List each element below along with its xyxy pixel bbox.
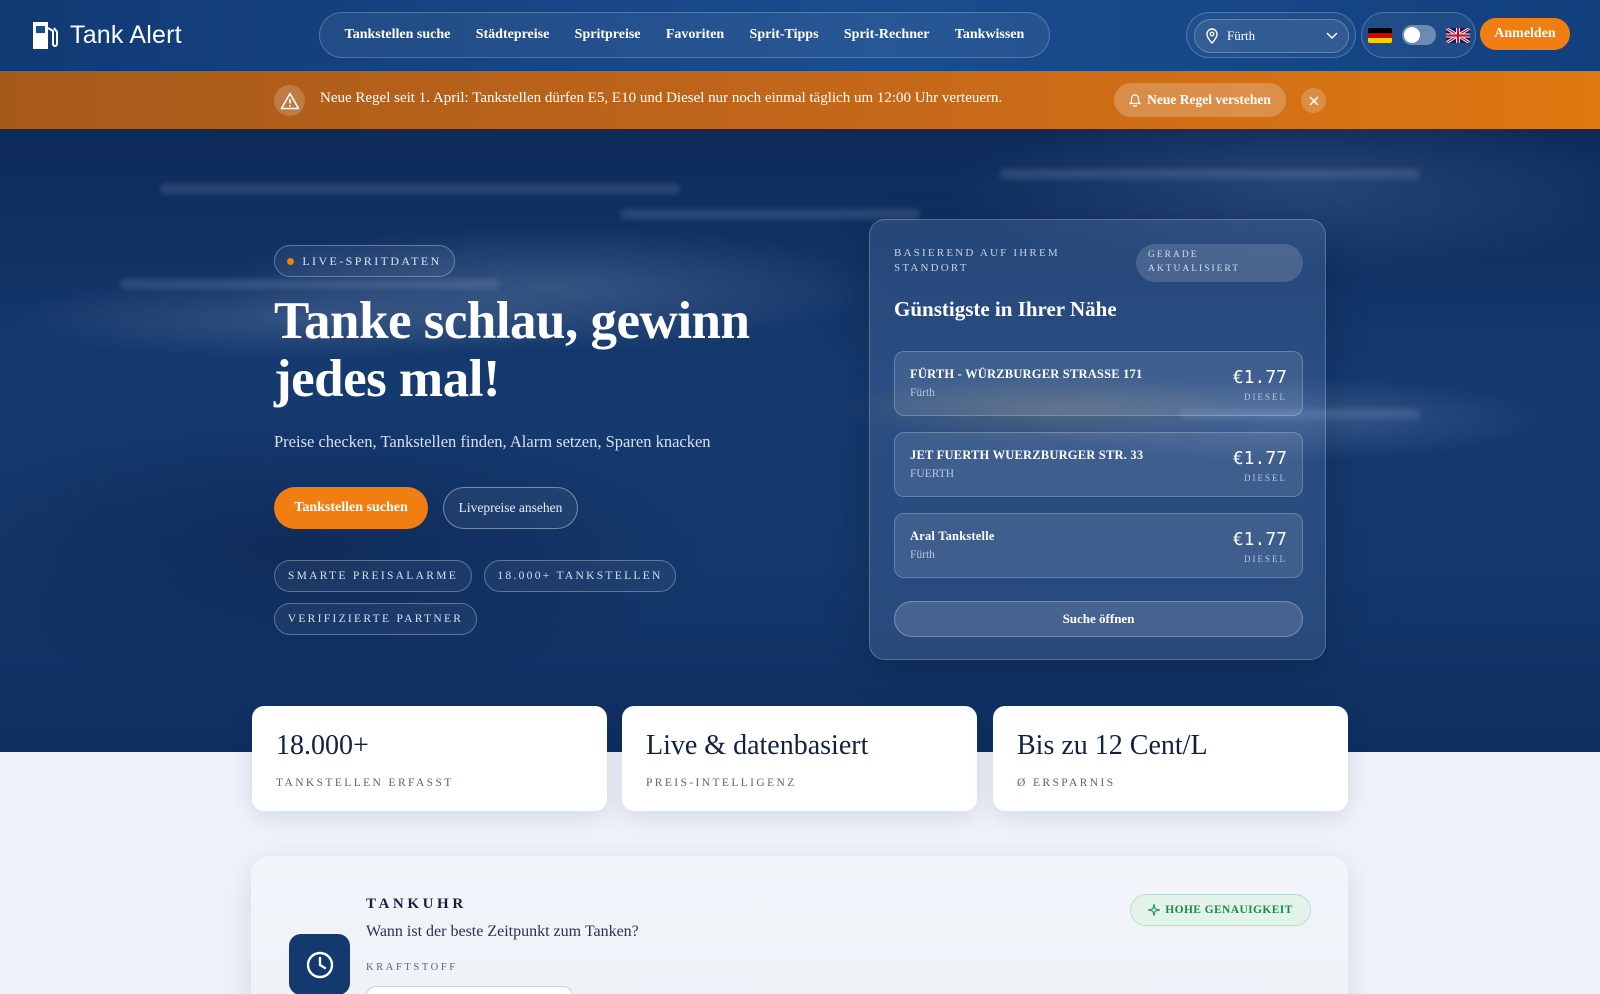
station-fuel: DIESEL <box>1244 473 1287 483</box>
stat-card-intelligence: Live & datenbasiert PREIS-INTELLIGENZ <box>622 706 977 811</box>
chevron-down-icon <box>1326 32 1338 40</box>
brand-logo[interactable]: Tank Alert <box>30 18 182 52</box>
live-dot-icon <box>287 257 295 265</box>
nav-tankwissen[interactable]: Tankwissen <box>955 27 1025 43</box>
rule-info-button[interactable]: Neue Regel verstehen <box>1114 83 1286 117</box>
open-search-button[interactable]: Suche öffnen <box>894 601 1303 637</box>
nav-staedtepreise[interactable]: Städtepreise <box>476 27 550 43</box>
nav-favoriten[interactable]: Favoriten <box>666 27 724 43</box>
station-price: €1.77 <box>1232 448 1287 469</box>
fuel-label: KRAFTSTOFF <box>366 962 458 973</box>
station-name: Aral Tankstelle <box>910 529 995 543</box>
station-item[interactable]: Aral Tankstelle Fürth €1.77 DIESEL <box>894 513 1303 578</box>
language-toggle[interactable] <box>1401 25 1436 45</box>
station-item[interactable]: JET FUERTH WUERZBURGER STR. 33 FUERTH €1… <box>894 432 1303 497</box>
location-select[interactable]: Fürth <box>1194 19 1349 53</box>
chip-price-alerts: SMARTE PREISALARME <box>274 560 472 592</box>
station-city: FUERTH <box>910 468 955 480</box>
clock-icon <box>289 934 350 994</box>
station-city: Fürth <box>910 549 935 561</box>
stat-label: Ø ERSPARNIS <box>1017 777 1116 789</box>
close-announcement-button[interactable] <box>1301 88 1326 113</box>
nearby-title: Günstigste in Ihrer Nähe <box>894 297 1117 321</box>
station-city: Fürth <box>910 387 935 399</box>
background-streak <box>620 209 920 219</box>
stat-label: TANKSTELLEN ERFASST <box>276 777 454 789</box>
login-button[interactable]: Anmelden <box>1480 18 1570 50</box>
location-pin-icon <box>1206 28 1218 44</box>
hero-section <box>0 129 1600 752</box>
stat-value: Live & datenbasiert <box>646 730 869 761</box>
brand-name: Tank Alert <box>70 20 182 49</box>
nearby-cheapest-card: BASIEREND AUF IHREM STANDORT GERADE AKTU… <box>869 219 1326 660</box>
chip-verified-partners: VERIFIZIERTE PARTNER <box>274 603 477 635</box>
station-name: FÜRTH - WÜRZBURGER STRASSE 171 <box>910 367 1143 381</box>
stat-value: 18.000+ <box>276 730 369 761</box>
main-menu: Tankstellen suche Städtepreise Spritprei… <box>319 12 1050 58</box>
rule-info-label: Neue Regel verstehen <box>1147 92 1271 107</box>
location-based-label: BASIEREND AUF IHREM STANDORT <box>894 247 1060 274</box>
tankuhr-question: Wann ist der beste Zeitpunkt zum Tanken? <box>366 923 639 940</box>
hero-title: Tanke schlau, gewinn jedes mal! <box>274 292 750 408</box>
hero-subtitle: Preise checken, Tankstellen finden, Alar… <box>274 432 711 451</box>
accuracy-badge: HOHE GENAUIGKEIT <box>1130 894 1311 926</box>
accuracy-label: HOHE GENAUIGKEIT <box>1165 904 1293 916</box>
station-fuel: DIESEL <box>1244 554 1287 564</box>
background-streak <box>160 184 680 194</box>
stat-value: Bis zu 12 Cent/L <box>1017 730 1208 761</box>
warning-icon <box>274 85 305 116</box>
station-fuel: DIESEL <box>1244 392 1287 402</box>
nav-sprit-rechner[interactable]: Sprit-Rechner <box>844 27 930 43</box>
uk-flag-icon[interactable] <box>1445 27 1470 43</box>
nav-spritpreise[interactable]: Spritpreise <box>575 27 641 43</box>
bell-icon <box>1129 93 1142 107</box>
sparkle-icon <box>1148 904 1161 916</box>
stat-label: PREIS-INTELLIGENZ <box>646 777 797 789</box>
tankuhr-title: TANKUHR <box>366 896 467 912</box>
chip-stations-count: 18.000+ TANKSTELLEN <box>484 560 676 592</box>
stat-card-stations: 18.000+ TANKSTELLEN ERFASST <box>252 706 607 811</box>
updated-badge: GERADE AKTUALISIERT <box>1136 244 1303 282</box>
live-data-badge: LIVE-SPRITDATEN <box>274 245 455 277</box>
station-name: JET FUERTH WUERZBURGER STR. 33 <box>910 448 1144 462</box>
tankuhr-section: TANKUHR Wann ist der beste Zeitpunkt zum… <box>251 856 1348 994</box>
announcement-text: Neue Regel seit 1. April: Tankstellen dü… <box>320 90 1003 106</box>
close-icon <box>1308 95 1319 106</box>
nav-sprit-tipps[interactable]: Sprit-Tipps <box>750 27 819 43</box>
station-item[interactable]: FÜRTH - WÜRZBURGER STRASSE 171 Fürth €1.… <box>894 351 1303 416</box>
top-navigation: Tank Alert Tankstellen suche Städtepreis… <box>0 0 1600 71</box>
background-streak <box>1000 169 1420 179</box>
german-flag-icon[interactable] <box>1367 27 1392 43</box>
location-wrapper: Fürth <box>1186 12 1356 58</box>
station-price: €1.77 <box>1232 529 1287 550</box>
search-stations-button[interactable]: Tankstellen suchen <box>274 487 428 529</box>
live-data-label: LIVE-SPRITDATEN <box>302 253 442 268</box>
station-price: €1.77 <box>1232 367 1287 388</box>
fuel-select[interactable] <box>366 986 573 994</box>
language-switcher <box>1361 12 1476 58</box>
fuel-pump-icon <box>33 22 58 49</box>
nav-tankstellen-suche[interactable]: Tankstellen suche <box>345 27 451 43</box>
location-value: Fürth <box>1227 28 1256 43</box>
background-streak <box>120 279 500 289</box>
announcement-bar: Neue Regel seit 1. April: Tankstellen dü… <box>0 71 1600 129</box>
stat-card-savings: Bis zu 12 Cent/L Ø ERSPARNIS <box>993 706 1348 811</box>
view-live-prices-button[interactable]: Livepreise ansehen <box>443 487 578 529</box>
